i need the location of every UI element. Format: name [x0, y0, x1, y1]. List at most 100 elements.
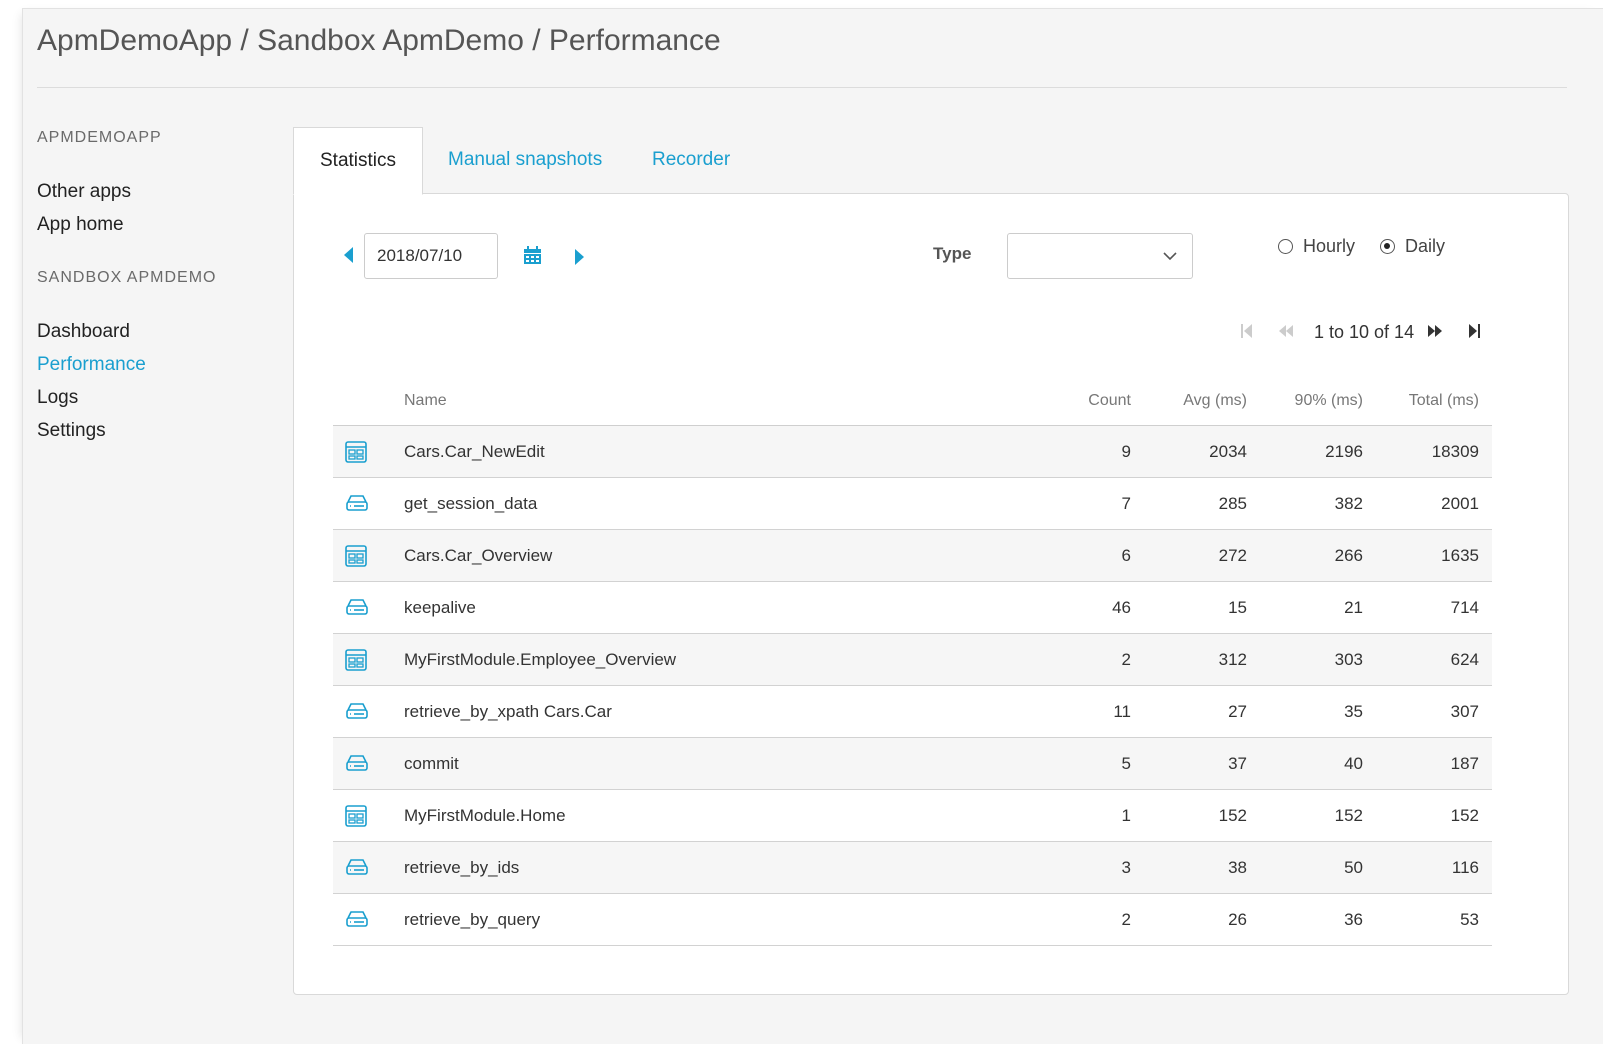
sidebar-item-app-home[interactable]: App home: [37, 208, 277, 241]
cell-total: 714: [1450, 598, 1479, 617]
row-type-icon: [345, 909, 369, 934]
sidebar-heading-apmdemoapp: APMDEMOAPP: [37, 129, 162, 146]
cell-avg: 285: [1218, 494, 1247, 513]
sidebar-item-performance[interactable]: Performance: [37, 348, 277, 381]
cell-name: Cars.Car_Overview: [404, 546, 553, 565]
rewind-icon: [1279, 325, 1293, 337]
cell-total: 152: [1450, 806, 1479, 825]
tab-recorder[interactable]: Recorder: [652, 127, 730, 193]
daily-radio-button[interactable]: [1380, 238, 1395, 254]
table-row[interactable]: MyFirstModule.Employee_Overview 2 312 303 62…: [333, 634, 1492, 686]
sidebar-item-dashboard[interactable]: Dashboard: [37, 315, 277, 348]
cell-90pct: 35: [1344, 702, 1363, 721]
row-type-icon: [345, 701, 369, 726]
tab-manual-snapshots[interactable]: Manual snapshots: [448, 127, 602, 193]
next-page-button[interactable]: [1426, 322, 1444, 345]
database-icon: [346, 911, 368, 927]
caret-left-icon: [344, 247, 353, 263]
hourly-radio-button[interactable]: [1278, 238, 1293, 254]
cell-name: commit: [404, 754, 459, 773]
table-row[interactable]: commit 5 37 40 187: [333, 738, 1492, 790]
row-type-icon: [345, 597, 369, 622]
database-icon: [346, 755, 368, 771]
cell-90pct: 50: [1344, 858, 1363, 877]
database-icon: [346, 495, 368, 511]
page-icon: [345, 545, 367, 567]
column-header-90pct[interactable]: 90% (ms): [1273, 392, 1363, 410]
table-row[interactable]: MyFirstModule.Home 1 152 152 152: [333, 790, 1492, 842]
date-input[interactable]: [364, 233, 498, 279]
next-date-button[interactable]: [574, 248, 586, 271]
row-type-icon: [345, 493, 369, 518]
database-icon: [346, 599, 368, 615]
fast-forward-icon: [1428, 325, 1442, 337]
first-page-button[interactable]: [1240, 322, 1254, 345]
last-page-button[interactable]: [1467, 322, 1481, 345]
table-row[interactable]: get_session_data 7 285 382 2001: [333, 478, 1492, 530]
title-divider: [37, 87, 1567, 88]
sidebar-heading-sandbox-apmdemo: SANDBOX APMDEMO: [37, 269, 217, 286]
cell-name: retrieve_by_ids: [404, 858, 520, 877]
cell-name: MyFirstModule.Home: [404, 806, 566, 825]
table-row[interactable]: Cars.Car_NewEdit 9 2034 2196 18309: [333, 426, 1492, 478]
table-body: Cars.Car_NewEdit 9 2034 2196 18309 get_sessio…: [333, 426, 1492, 946]
previous-date-button[interactable]: [342, 246, 354, 269]
table-header: Name Count Avg (ms) 90% (ms) Total (ms): [333, 380, 1492, 426]
cell-avg: 37: [1228, 754, 1247, 773]
cell-total: 624: [1450, 650, 1479, 669]
cell-90pct: 266: [1334, 546, 1363, 565]
column-header-name[interactable]: Name: [404, 392, 447, 410]
cell-avg: 312: [1218, 650, 1247, 669]
page-icon: [345, 441, 367, 463]
cell-total: 187: [1450, 754, 1479, 773]
cell-count: 3: [1121, 858, 1131, 877]
caret-right-icon: [575, 249, 584, 265]
cell-count: 9: [1121, 442, 1131, 461]
sidebar-item-settings[interactable]: Settings: [37, 414, 277, 447]
cell-90pct: 21: [1344, 598, 1363, 617]
cell-90pct: 152: [1334, 806, 1363, 825]
cell-total: 1635: [1441, 546, 1479, 565]
column-header-count[interactable]: Count: [1041, 392, 1131, 410]
sidebar-item-logs[interactable]: Logs: [37, 381, 277, 414]
previous-page-button[interactable]: [1277, 322, 1295, 345]
cell-avg: 15: [1228, 598, 1247, 617]
daily-radio-label: Daily: [1405, 235, 1446, 256]
cell-total: 116: [1451, 858, 1479, 877]
table-row[interactable]: retrieve_by_ids 3 38 50 116: [333, 842, 1492, 894]
cell-90pct: 382: [1334, 494, 1363, 513]
table-row[interactable]: retrieve_by_query 2 26 36 53: [333, 894, 1492, 946]
cell-90pct: 36: [1344, 910, 1363, 929]
sidebar-item-other-apps[interactable]: Other apps: [37, 175, 277, 208]
daily-radio[interactable]: Daily: [1380, 235, 1445, 257]
performance-table: Name Count Avg (ms) 90% (ms) Total (ms) …: [333, 380, 1492, 946]
tab-statistics[interactable]: Statistics: [293, 127, 424, 195]
table-row[interactable]: keepalive 46 15 21 714: [333, 582, 1492, 634]
row-type-icon: [345, 857, 369, 882]
hourly-radio[interactable]: Hourly: [1278, 235, 1355, 257]
table-row[interactable]: Cars.Car_Overview 6 272 266 1635: [333, 530, 1492, 582]
column-header-avg[interactable]: Avg (ms): [1157, 392, 1247, 410]
calendar-button[interactable]: [524, 246, 541, 269]
row-type-icon: [345, 441, 367, 468]
row-type-icon: [345, 753, 369, 778]
column-header-total[interactable]: Total (ms): [1388, 392, 1479, 410]
type-dropdown[interactable]: [1007, 233, 1193, 279]
cell-total: 18309: [1431, 442, 1479, 461]
pager-status: 1 to 10 of 14: [1314, 322, 1415, 342]
row-type-icon: [345, 649, 367, 676]
row-type-icon: [345, 545, 367, 572]
cell-count: 11: [1113, 702, 1131, 721]
cell-avg: 26: [1228, 910, 1247, 929]
cell-90pct: 40: [1344, 754, 1363, 773]
cell-total: 53: [1460, 910, 1479, 929]
table-row[interactable]: retrieve_by_xpath Cars.Car 11 27 35 307: [333, 686, 1492, 738]
last-page-icon: [1469, 324, 1480, 338]
cell-total: 307: [1450, 702, 1479, 721]
first-page-icon: [1241, 324, 1252, 338]
cell-avg: 2034: [1209, 442, 1247, 461]
cell-name: Cars.Car_NewEdit: [404, 442, 545, 461]
cell-count: 2: [1121, 650, 1131, 669]
hourly-radio-label: Hourly: [1303, 235, 1356, 256]
cell-count: 2: [1121, 910, 1131, 929]
